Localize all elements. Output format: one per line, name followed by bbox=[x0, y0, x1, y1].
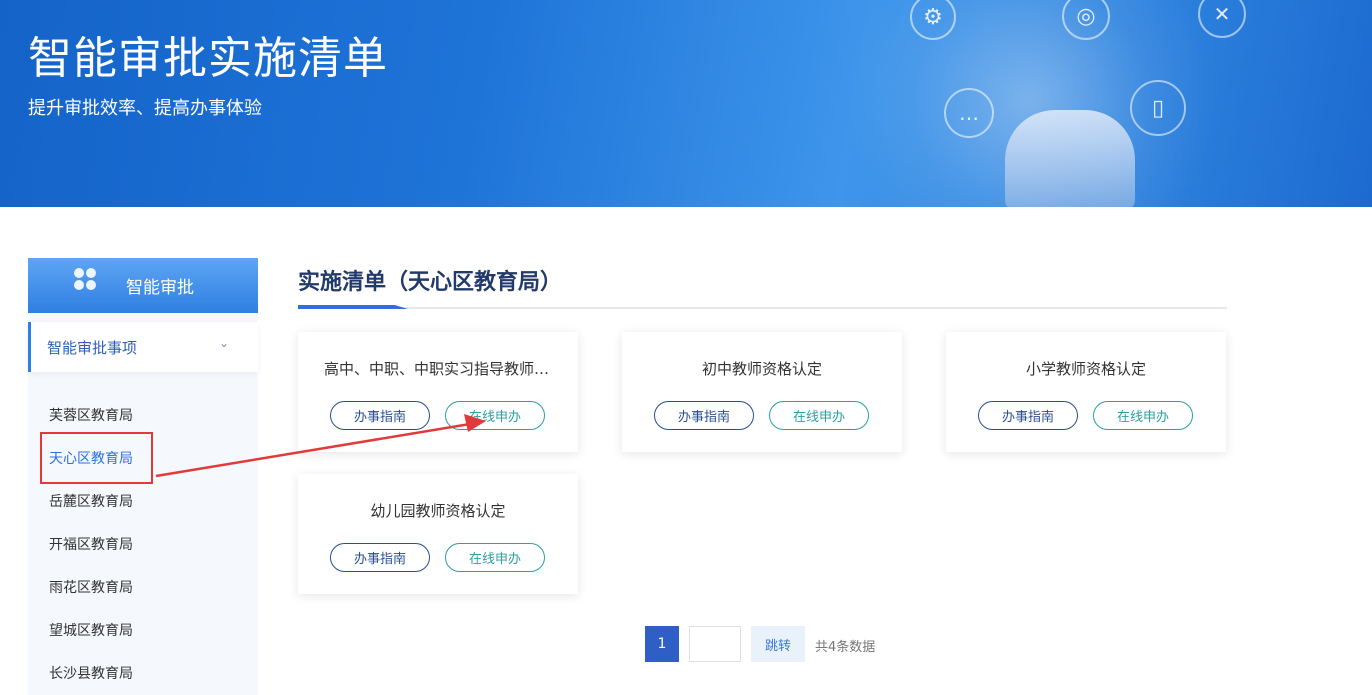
guide-button[interactable]: 办事指南 bbox=[654, 401, 754, 430]
sidebar-item-yuelu[interactable]: 岳麓区教育局 bbox=[49, 491, 133, 511]
jump-button[interactable]: 跳转 bbox=[751, 626, 805, 662]
page-jump-input[interactable] bbox=[689, 626, 741, 662]
sidebar-item-furong[interactable]: 芙蓉区教育局 bbox=[49, 405, 133, 425]
service-card: 高中、中职、中职实习指导教师资格认定 办事指南 在线申办 bbox=[298, 332, 578, 452]
apply-online-button[interactable]: 在线申办 bbox=[769, 401, 869, 430]
sidebar-item-changsha[interactable]: 长沙县教育局 bbox=[49, 663, 133, 683]
hand-illustration bbox=[1005, 110, 1135, 207]
title-divider bbox=[298, 307, 1227, 309]
sidebar-section-label: 智能审批事项 bbox=[47, 339, 138, 357]
total-count-text: 共4条数据 bbox=[815, 640, 876, 655]
title-accent bbox=[298, 305, 408, 309]
guide-button[interactable]: 办事指南 bbox=[330, 543, 430, 572]
card-title: 小学教师资格认定 bbox=[1025, 360, 1146, 378]
clover-icon bbox=[74, 268, 96, 290]
guide-button[interactable]: 办事指南 bbox=[330, 401, 430, 430]
card-title: 高中、中职、中职实习指导教师资格认定 bbox=[324, 360, 578, 378]
annotation-highlight-box bbox=[40, 432, 153, 484]
service-card: 初中教师资格认定 办事指南 在线申办 bbox=[622, 332, 902, 452]
apply-online-button[interactable]: 在线申办 bbox=[445, 543, 545, 572]
sidebar-header-title: 智能审批 bbox=[126, 278, 194, 298]
page-subtitle: 提升审批效率、提高办事体验 bbox=[28, 98, 262, 119]
page-number-button[interactable]: 1 bbox=[645, 626, 679, 662]
apply-online-button[interactable]: 在线申办 bbox=[1093, 401, 1193, 430]
guide-button[interactable]: 办事指南 bbox=[978, 401, 1078, 430]
chat-icon: … bbox=[944, 88, 994, 138]
sidebar-item-yuhua[interactable]: 雨花区教育局 bbox=[49, 577, 133, 597]
sidebar-item-wangcheng[interactable]: 望城区教育局 bbox=[49, 620, 133, 640]
sidebar-item-kaifu[interactable]: 开福区教育局 bbox=[49, 534, 133, 554]
service-card: 幼儿园教师资格认定 办事指南 在线申办 bbox=[298, 474, 578, 594]
sidebar-section-toggle[interactable]: 智能审批事项 ⌄ bbox=[28, 322, 258, 372]
tablet-icon: ▯ bbox=[1130, 80, 1186, 136]
apply-online-button[interactable]: 在线申办 bbox=[445, 401, 545, 430]
page-title: 智能审批实施清单 bbox=[28, 33, 388, 84]
content-title: 实施清单（天心区教育局） bbox=[298, 270, 563, 295]
card-title: 幼儿园教师资格认定 bbox=[370, 502, 506, 520]
service-card: 小学教师资格认定 办事指南 在线申办 bbox=[946, 332, 1226, 452]
chevron-down-icon: ⌄ bbox=[219, 336, 230, 350]
header-banner: ⚙ ◎ ✕ … ▯ 智能审批实施清单 提升审批效率、提高办事体验 bbox=[0, 0, 1372, 207]
card-title: 初中教师资格认定 bbox=[701, 360, 822, 378]
sidebar-header: 智能审批 bbox=[28, 258, 258, 313]
